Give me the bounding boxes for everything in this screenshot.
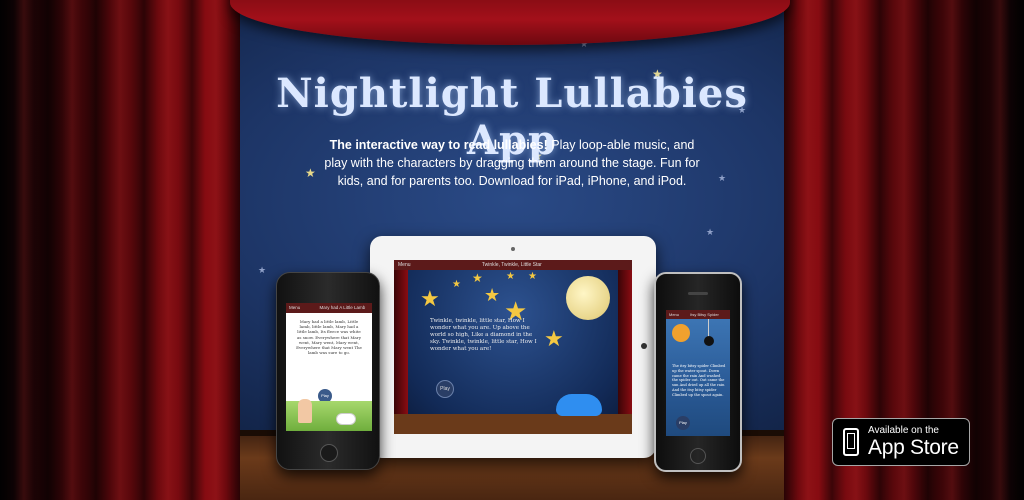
star-icon: ★ [452,279,461,290]
badge-text: Available on the App Store [868,425,959,459]
moon-icon [566,276,610,320]
app-description: The interactive way to read lullabies! P… [318,136,706,190]
spider-thread [708,319,709,337]
star-icon: ★ [506,271,515,282]
menu-label: Menu [669,312,680,317]
speaker-grille [688,292,708,295]
cloud-icon [556,394,602,416]
ipod-top-bar: Menu Mary had A Little Lamb [286,303,372,313]
song-title: Twinkle, Twinkle, Little Star [481,262,542,268]
star-icon: ★ [420,286,440,311]
star-icon: ★ [544,326,564,351]
description-highlight: The interactive way to read lullabies! [329,138,548,152]
home-button [320,444,338,462]
girl-character-icon [298,399,312,423]
song-title: Mary had A Little Lamb [319,305,366,310]
song-title: Itsy Bitsy Spider [690,312,719,317]
menu-label: Menu [398,262,411,268]
home-button [690,448,706,464]
lullaby-lyrics: The itsy bitsy spider Climbed up the wat… [672,364,726,397]
play-button: Play [436,380,454,398]
ipad-top-bar: Menu Twinkle, Twinkle, Little Star [394,260,632,270]
badge-line-app-store: App Store [868,436,959,459]
iphone-top-bar: Menu Itsy Bitsy Spider [666,310,730,319]
stage-background: ★ ★ ★ ★ ★ ★ ★ ★ ★ ★ Nightlight Lullabies… [0,0,1024,500]
left-curtain [0,0,240,500]
spider-icon [704,336,714,346]
ipad-device: Menu Twinkle, Twinkle, Little Star ★ ★ ★… [370,236,656,458]
star-icon: ★ [472,271,483,285]
mini-stage-floor [394,414,632,434]
star-icon: ★ [718,173,727,183]
mini-curtain-left [394,270,408,434]
mini-curtain-right [618,270,632,434]
star-icon: ★ [484,285,501,305]
iphone-screenshot: Menu Itsy Bitsy Spider The itsy bitsy sp… [666,310,730,436]
ipad-screenshot: Menu Twinkle, Twinkle, Little Star ★ ★ ★… [394,260,632,434]
camera-icon [511,247,515,251]
badge-line-available: Available on the [868,425,939,436]
curtain-valance [230,0,790,45]
home-button [641,343,647,349]
star-icon: ★ [706,227,715,237]
ipod-device: Menu Mary had A Little Lamb Mary had a l… [276,272,380,470]
lullaby-lyrics: Twinkle, twinkle, little star, How I won… [430,318,537,352]
app-store-badge[interactable]: Available on the App Store [832,418,970,466]
sun-icon [672,324,690,342]
star-icon: ★ [528,271,537,282]
iphone-icon [843,428,859,456]
iphone-device: Menu Itsy Bitsy Spider The itsy bitsy sp… [654,272,742,472]
menu-label: Menu [289,305,301,310]
play-button: Play [676,416,690,430]
star-icon: ★ [258,265,267,275]
lullaby-lyrics: Mary had a little lamb, Little lamb, lit… [296,319,362,356]
ipod-screenshot: Menu Mary had A Little Lamb Mary had a l… [286,303,372,431]
lamb-character-icon [336,413,356,425]
star-icon: ★ [305,166,316,180]
